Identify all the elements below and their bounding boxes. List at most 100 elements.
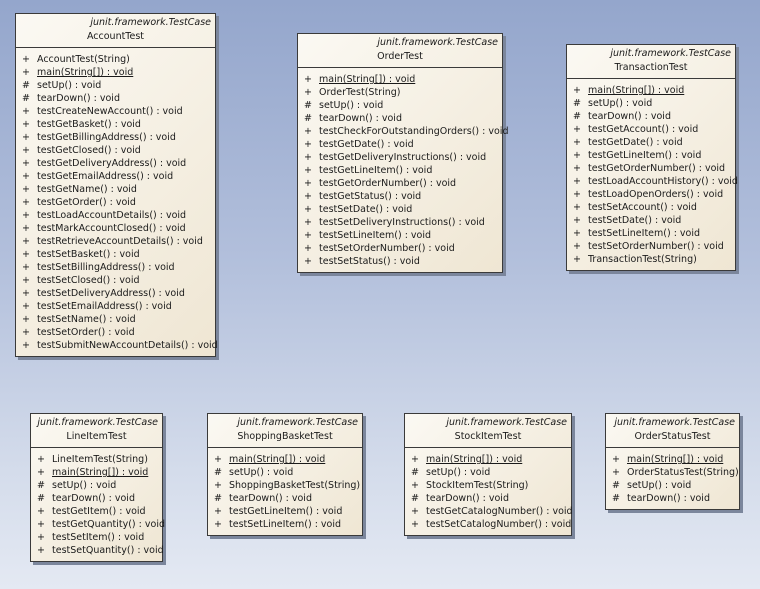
operation-row[interactable]: + testGetDeliveryAddress() : void bbox=[16, 157, 215, 170]
operation-row[interactable]: # setUp() : void bbox=[208, 466, 362, 479]
visibility-marker: + bbox=[304, 217, 312, 228]
operation-row[interactable]: + LineItemTest(String) bbox=[31, 453, 162, 466]
operation-row[interactable]: + main(String[]) : void bbox=[606, 453, 739, 466]
operation-row[interactable]: # tearDown() : void bbox=[567, 110, 735, 123]
class-line-item-test[interactable]: junit.framework.TestCase LineItemTest + L… bbox=[30, 413, 165, 562]
operation-row[interactable]: # setUp() : void bbox=[16, 79, 215, 92]
operation-row[interactable]: + testGetLineItem() : void bbox=[567, 149, 735, 162]
operation-row[interactable]: + StockItemTest(String) bbox=[405, 479, 571, 492]
class-order-status-test[interactable]: junit.framework.TestCase OrderStatusTest… bbox=[605, 413, 740, 510]
operation-row[interactable]: + testSetStatus() : void bbox=[298, 255, 502, 268]
operation-signature: ShoppingBasketTest(String) bbox=[229, 480, 361, 491]
operation-row[interactable]: + testLoadAccountHistory() : void bbox=[567, 175, 738, 188]
operation-row[interactable]: + testLoadOpenOrders() : void bbox=[567, 188, 735, 201]
operation-row[interactable]: + testGetBillingAddress() : void bbox=[16, 131, 215, 144]
operation-row[interactable]: + testSubmitNewAccountDetails() : void bbox=[16, 339, 218, 352]
operation-row[interactable]: # tearDown() : void bbox=[298, 112, 502, 125]
operation-row[interactable]: + TransactionTest(String) bbox=[567, 253, 735, 266]
operation-signature: testGetLineItem() : void bbox=[588, 150, 702, 161]
operation-row[interactable]: + testSetOrderNumber() : void bbox=[298, 242, 502, 255]
operation-row[interactable]: + testGetEmailAddress() : void bbox=[16, 170, 215, 183]
operation-row[interactable]: + testGetOrder() : void bbox=[16, 196, 215, 209]
operation-signature: main(String[]) : void bbox=[627, 454, 724, 465]
operation-row[interactable]: + testGetDate() : void bbox=[298, 138, 502, 151]
class-shopping-basket-test[interactable]: junit.framework.TestCase ShoppingBasketT… bbox=[207, 413, 363, 536]
operation-signature: testLoadAccountHistory() : void bbox=[588, 176, 738, 187]
operation-row[interactable]: + testSetEmailAddress() : void bbox=[16, 300, 215, 313]
operation-row[interactable]: # tearDown() : void bbox=[31, 492, 162, 505]
operation-row[interactable]: + main(String[]) : void bbox=[31, 466, 162, 479]
operation-row[interactable]: + testSetDeliveryAddress() : void bbox=[16, 287, 215, 300]
operation-row[interactable]: + testGetOrderNumber() : void bbox=[298, 177, 502, 190]
operation-row[interactable]: + testSetOrder() : void bbox=[16, 326, 215, 339]
visibility-marker: + bbox=[22, 171, 30, 182]
operation-row[interactable]: + AccountTest(String) bbox=[16, 53, 215, 66]
operation-row[interactable]: # setUp() : void bbox=[567, 97, 735, 110]
operation-row[interactable]: # setUp() : void bbox=[606, 479, 739, 492]
operation-row[interactable]: + testSetBasket() : void bbox=[16, 248, 215, 261]
operation-row[interactable]: + testSetLineItem() : void bbox=[298, 229, 502, 242]
operation-row[interactable]: # tearDown() : void bbox=[16, 92, 215, 105]
operation-row[interactable]: + main(String[]) : void bbox=[405, 453, 571, 466]
operation-row[interactable]: + testCheckForOutstandingOrders() : void bbox=[298, 125, 508, 138]
visibility-marker: # bbox=[573, 98, 581, 109]
visibility-marker: + bbox=[304, 165, 312, 176]
operation-row[interactable]: + testSetDate() : void bbox=[298, 203, 502, 216]
operation-row[interactable]: + main(String[]) : void bbox=[16, 66, 215, 79]
class-name: LineItemTest bbox=[66, 431, 127, 442]
operation-row[interactable]: + testGetCatalogNumber() : void bbox=[405, 505, 573, 518]
operation-row[interactable]: + testSetLineItem() : void bbox=[567, 227, 735, 240]
operation-row[interactable]: # setUp() : void bbox=[31, 479, 162, 492]
class-transaction-test[interactable]: junit.framework.TestCase TransactionTest… bbox=[566, 44, 738, 271]
operation-row[interactable]: + OrderStatusTest(String) bbox=[606, 466, 739, 479]
operation-row[interactable]: + testGetBasket() : void bbox=[16, 118, 215, 131]
class-name: TransactionTest bbox=[614, 62, 688, 73]
operations-compartment: + main(String[]) : void # setUp() : void + Sh… bbox=[208, 448, 362, 535]
operation-row[interactable]: + testSetQuantity() : void bbox=[31, 544, 164, 557]
operation-row[interactable]: + testGetItem() : void bbox=[31, 505, 162, 518]
operation-row[interactable]: # tearDown() : void bbox=[405, 492, 571, 505]
operation-row[interactable]: + testGetName() : void bbox=[16, 183, 215, 196]
operation-row[interactable]: + testGetAccount() : void bbox=[567, 123, 735, 136]
operation-row[interactable]: + testGetLineItem() : void bbox=[208, 505, 362, 518]
operation-row[interactable]: + ShoppingBasketTest(String) bbox=[208, 479, 362, 492]
operation-row[interactable]: + testSetLineItem() : void bbox=[208, 518, 362, 531]
operation-row[interactable]: + testRetrieveAccountDetails() : void bbox=[16, 235, 215, 248]
visibility-marker: + bbox=[573, 137, 581, 148]
operation-row[interactable]: + testCreateNewAccount() : void bbox=[16, 105, 215, 118]
class-order-test[interactable]: junit.framework.TestCase OrderTest + main… bbox=[297, 33, 508, 273]
operation-row[interactable]: + testSetDeliveryInstructions() : void bbox=[298, 216, 502, 229]
operation-row[interactable]: + testSetBillingAddress() : void bbox=[16, 261, 215, 274]
operation-signature: tearDown() : void bbox=[52, 493, 135, 504]
operation-row[interactable]: + testSetName() : void bbox=[16, 313, 215, 326]
operation-row[interactable]: + testGetQuantity() : void bbox=[31, 518, 165, 531]
operation-row[interactable]: # tearDown() : void bbox=[606, 492, 739, 505]
class-stock-item-test[interactable]: junit.framework.TestCase StockItemTest +… bbox=[404, 413, 573, 536]
operation-row[interactable]: + testSetCatalogNumber() : void bbox=[405, 518, 571, 531]
operation-row[interactable]: + testGetDeliveryInstructions() : void bbox=[298, 151, 502, 164]
operation-row[interactable]: + testSetClosed() : void bbox=[16, 274, 215, 287]
operation-row[interactable]: + testGetLineItem() : void bbox=[298, 164, 502, 177]
operation-row[interactable]: + testGetOrderNumber() : void bbox=[567, 162, 735, 175]
operation-row[interactable]: + main(String[]) : void bbox=[298, 73, 502, 86]
visibility-marker: # bbox=[612, 493, 620, 504]
operation-row[interactable]: + testSetItem() : void bbox=[31, 531, 162, 544]
operation-row[interactable]: + testGetDate() : void bbox=[567, 136, 735, 149]
operation-row[interactable]: + testSetOrderNumber() : void bbox=[567, 240, 735, 253]
visibility-marker: + bbox=[22, 275, 30, 286]
operation-row[interactable]: + testMarkAccountClosed() : void bbox=[16, 222, 215, 235]
operation-row[interactable]: # tearDown() : void bbox=[208, 492, 362, 505]
operation-row[interactable]: + main(String[]) : void bbox=[567, 84, 735, 97]
operation-row[interactable]: + testGetClosed() : void bbox=[16, 144, 215, 157]
operation-row[interactable]: + testLoadAccountDetails() : void bbox=[16, 209, 215, 222]
operation-row[interactable]: # setUp() : void bbox=[405, 466, 571, 479]
operation-row[interactable]: + testGetStatus() : void bbox=[298, 190, 502, 203]
operation-row[interactable]: + testSetAccount() : void bbox=[567, 201, 735, 214]
operation-row[interactable]: # setUp() : void bbox=[298, 99, 502, 112]
visibility-marker: + bbox=[573, 176, 581, 187]
visibility-marker: # bbox=[304, 100, 312, 111]
operation-row[interactable]: + OrderTest(String) bbox=[298, 86, 502, 99]
operation-row[interactable]: + testSetDate() : void bbox=[567, 214, 735, 227]
class-account-test[interactable]: junit.framework.TestCase AccountTest + Ac… bbox=[15, 13, 218, 357]
operation-row[interactable]: + main(String[]) : void bbox=[208, 453, 362, 466]
